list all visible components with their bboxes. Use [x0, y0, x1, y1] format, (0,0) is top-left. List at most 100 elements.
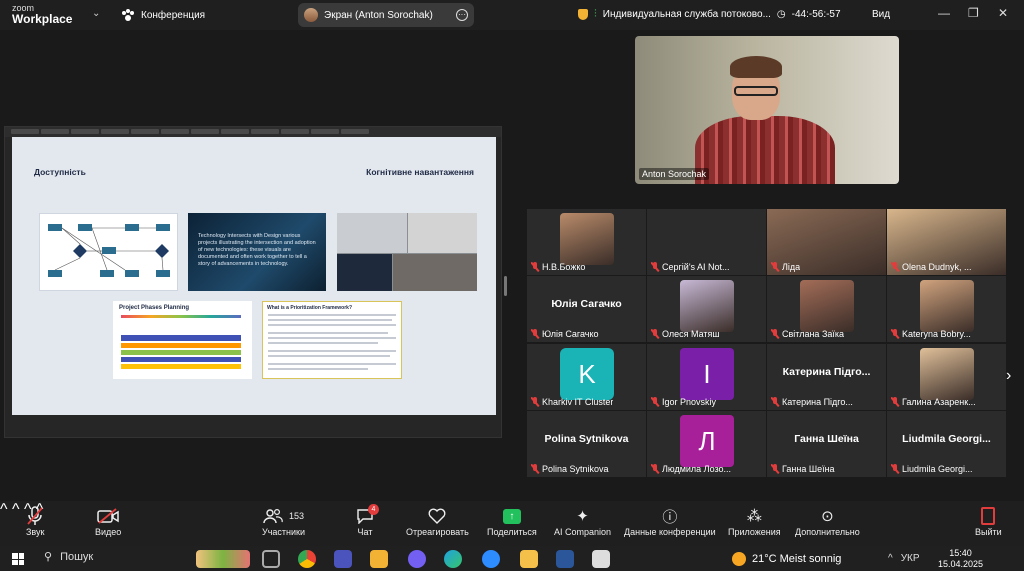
zoom-taskbar-icon[interactable] — [482, 550, 500, 568]
participants-label: Участники — [262, 527, 305, 537]
mic-muted-icon — [891, 329, 899, 339]
taskbar-search[interactable]: ⚲ Пошук — [44, 550, 94, 564]
stream-service-label[interactable]: Индивидуальная служба потоково... — [603, 9, 771, 20]
minimize-icon[interactable]: — — [938, 6, 950, 20]
search-icon: ⚲ — [44, 551, 53, 563]
meeting-info-button[interactable]: ⓘ Данные конференции — [624, 505, 716, 538]
participant-tile[interactable]: Світлана Заїка — [767, 276, 886, 342]
ai-companion-button[interactable]: ✦ AI Companion — [554, 505, 611, 537]
participant-display-name: Катерина Підго... — [782, 366, 871, 378]
participant-tile[interactable]: Ганна Шеїна Ганна Шеїна — [767, 411, 886, 477]
chat-button[interactable]: 4 Чат — [356, 504, 379, 537]
mic-muted-icon — [651, 329, 659, 339]
participant-gallery: Н.В.Божко Сергій's AI Not... Ліда Olena Dud… — [527, 209, 1009, 481]
more-button[interactable]: ⊙ Дополнительно — [795, 505, 860, 537]
task-view-icon[interactable] — [262, 550, 280, 568]
mic-muted-icon — [771, 329, 779, 339]
chrome-icon[interactable] — [298, 550, 316, 568]
word-icon[interactable] — [556, 550, 574, 568]
share-button[interactable]: ↑ Поделиться — [487, 505, 537, 537]
participants-button[interactable]: 153 Участники — [262, 505, 305, 537]
chevron-up-icon[interactable]: ^ — [0, 501, 8, 518]
participant-name: Сергій's AI Not... — [662, 262, 730, 272]
weather-widget[interactable]: 21°C Meist sonnig — [732, 552, 841, 566]
sun-icon — [732, 552, 746, 566]
participant-label: Катерина Підго... — [771, 397, 853, 407]
clock-time: 15:40 — [949, 548, 972, 558]
signal-icon[interactable]: ⫶ — [594, 8, 597, 21]
mic-muted-icon — [531, 397, 539, 407]
split-view-handle[interactable] — [504, 276, 507, 296]
chevron-up-icon[interactable]: ^ — [888, 553, 893, 564]
react-button[interactable]: Отреагировать — [406, 505, 469, 537]
browser-tabs — [5, 127, 501, 137]
more-label: Дополнительно — [795, 527, 860, 537]
participant-label: Людмила Лозо... — [651, 464, 731, 474]
close-icon[interactable]: ✕ — [998, 6, 1008, 20]
participant-tile[interactable]: Юлія Сагачко Юлія Сагачко — [527, 276, 646, 342]
search-label: Пошук — [60, 550, 94, 563]
audio-button[interactable]: Звук — [26, 505, 44, 537]
zoom-logo: zoom Workplace — [12, 3, 73, 26]
participant-tile[interactable]: Галина Азаренк... — [887, 344, 1006, 410]
participant-label: Ганна Шеїна — [771, 464, 835, 474]
explorer-icon[interactable] — [520, 550, 538, 568]
folder-icon[interactable] — [370, 550, 388, 568]
teams-icon[interactable] — [334, 550, 352, 568]
participant-label: Юлія Сагачко — [531, 329, 599, 339]
chevron-right-icon[interactable]: › — [1006, 367, 1011, 385]
chevron-up-icon[interactable]: ^ — [12, 501, 20, 518]
react-label: Отреагировать — [406, 527, 469, 537]
system-clock[interactable]: 15:40 15.04.2025 — [938, 548, 983, 570]
participant-tile[interactable]: K Kharkiv IT Cluster — [527, 344, 646, 410]
participant-name: Олеся Матяш — [662, 329, 720, 339]
video-button[interactable]: Видео — [95, 505, 121, 537]
participant-tile[interactable]: I Igor Pnovskiy — [647, 344, 766, 410]
meeting-info-button[interactable]: Конференция — [122, 9, 205, 21]
chat-label: Чат — [357, 527, 373, 537]
edge-icon[interactable] — [444, 550, 462, 568]
participant-tile[interactable]: Катерина Підго... Катерина Підго... — [767, 344, 886, 410]
participant-tile[interactable]: Олеся Матяш — [647, 276, 766, 342]
more-options-icon[interactable]: ··· — [456, 9, 468, 21]
sparkle-icon: ✦ — [576, 508, 589, 525]
clock-date: 15.04.2025 — [938, 559, 984, 569]
participant-name: Kharkiv IT Cluster — [542, 397, 614, 407]
participant-tile[interactable]: Л Людмила Лозо... — [647, 411, 766, 477]
shared-screen[interactable]: Доступність Когнітивне навантаження Tech… — [4, 126, 502, 438]
participants-count: 153 — [288, 511, 305, 521]
participant-name: Ганна Шеїна — [782, 464, 835, 474]
participant-video — [680, 280, 734, 332]
chevron-down-icon[interactable]: ⌄ — [92, 8, 100, 19]
participant-tile[interactable]: Н.В.Божко — [527, 209, 646, 275]
participant-label: Kharkiv IT Cluster — [531, 397, 613, 407]
restore-icon[interactable]: ❐ — [968, 6, 979, 20]
participant-label: Kateryna Bobry... — [891, 329, 971, 339]
active-speaker-video[interactable]: Anton Sorochak — [635, 36, 899, 184]
participant-tile[interactable]: Olena Dudnyk, ... — [887, 209, 1006, 275]
participant-tile[interactable]: Сергій's AI Not... — [647, 209, 766, 275]
meeting-timer: -44:-56:-57 — [791, 9, 841, 20]
meeting-stage: Доступність Когнітивне навантаження Tech… — [0, 30, 1024, 501]
participant-label: Галина Азаренк... — [891, 397, 976, 407]
avatar — [304, 8, 318, 22]
widget-icon[interactable] — [196, 550, 250, 568]
view-button[interactable]: Вид — [872, 9, 890, 20]
participant-tile[interactable]: Liudmila Georgi... Liudmila Georgi... — [887, 411, 1006, 477]
mic-muted-icon — [531, 329, 539, 339]
language-indicator[interactable]: УКР — [901, 553, 920, 564]
shield-icon[interactable] — [578, 9, 588, 20]
apps-label: Приложения — [728, 527, 781, 537]
notepad-icon[interactable] — [592, 550, 610, 568]
leave-label: Выйти — [975, 527, 1002, 537]
participant-tile[interactable]: Ліда — [767, 209, 886, 275]
leave-button[interactable]: Выйти — [975, 505, 1002, 537]
participant-tile[interactable]: Kateryna Bobry... — [887, 276, 1006, 342]
apps-button[interactable]: ⁂ Приложения — [728, 505, 781, 537]
participant-tile[interactable]: Polina Sytnikova Polina Sytnikova — [527, 411, 646, 477]
share-screen-icon: ↑ — [502, 505, 521, 527]
chat-badge: 4 — [368, 504, 379, 515]
windows-start-icon[interactable] — [12, 553, 24, 565]
screen-share-pill[interactable]: Экран (Anton Sorochak) ··· — [298, 3, 474, 27]
viber-icon[interactable] — [408, 550, 426, 568]
